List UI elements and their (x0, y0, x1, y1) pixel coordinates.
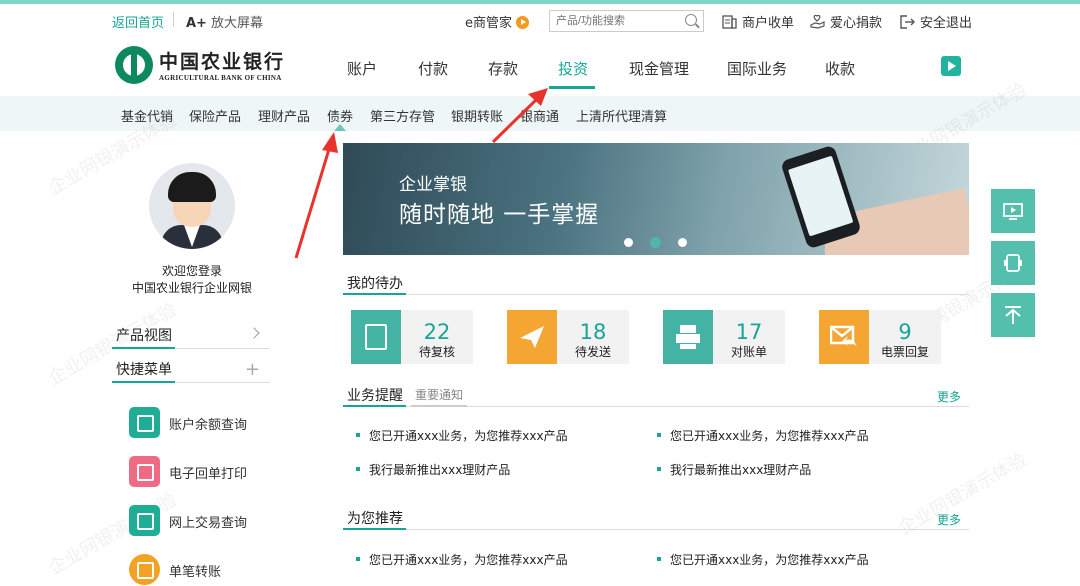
annotation-arrow-to-investment (491, 88, 548, 144)
annotation-arrow-to-bonds (294, 132, 338, 259)
annotation-arrows (294, 88, 548, 259)
